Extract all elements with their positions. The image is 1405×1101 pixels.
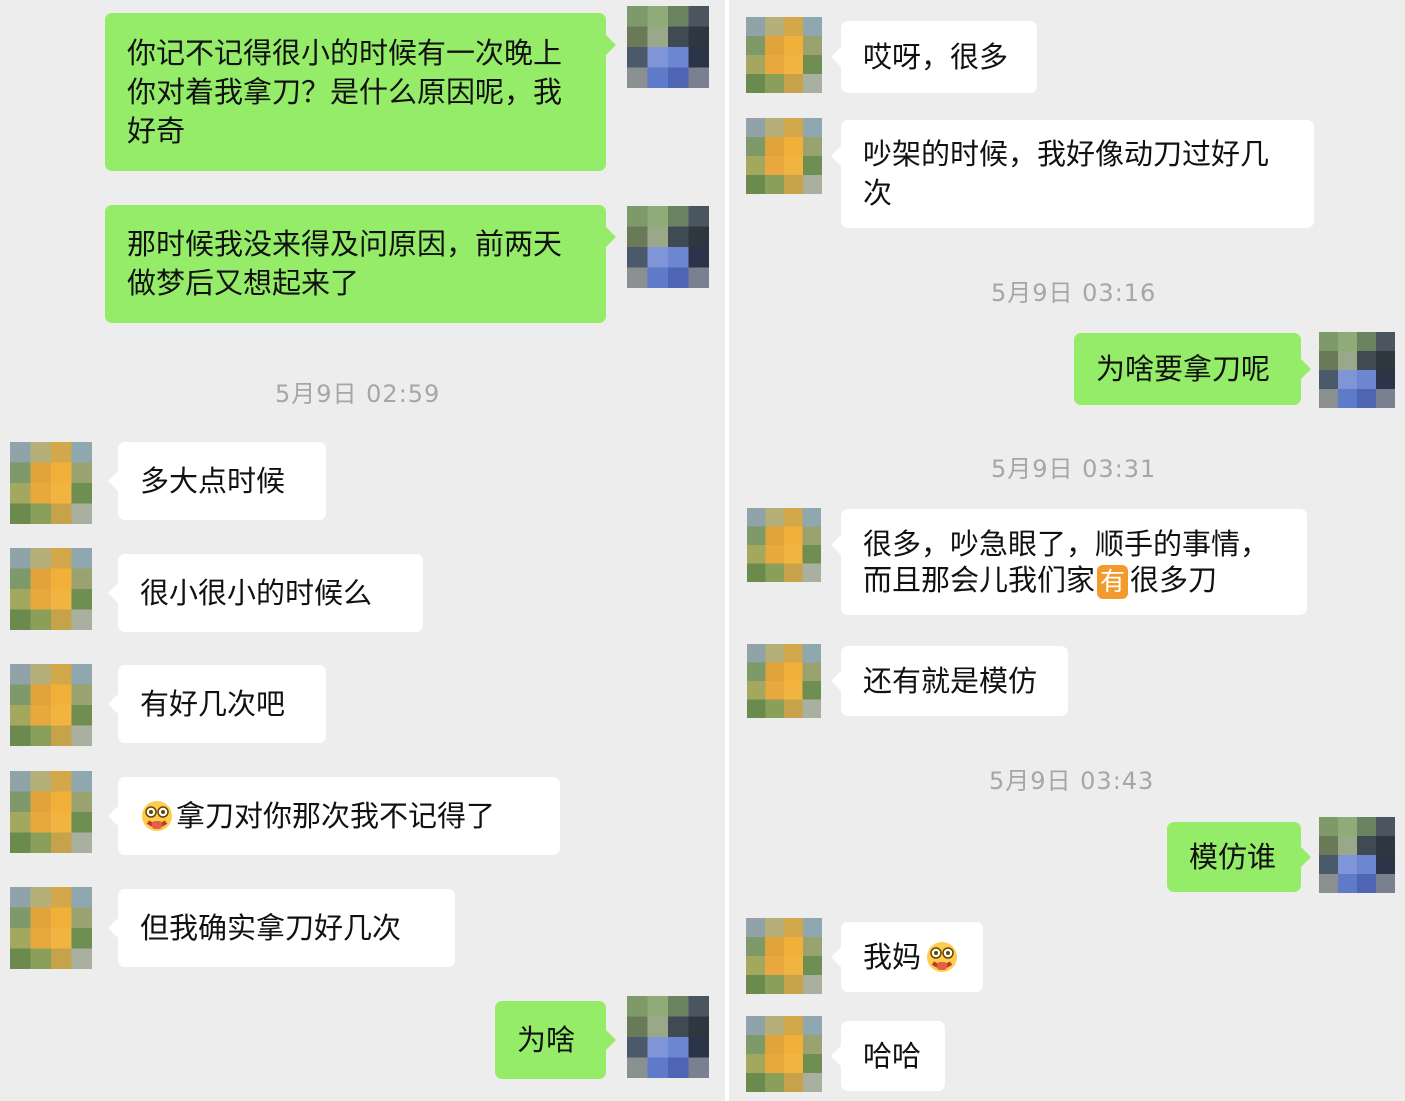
receiver-avatar-icon[interactable]: [746, 644, 822, 718]
message-text: 有好几次吧: [140, 686, 286, 721]
message-text: 吵架的时候，我好像动刀过好几次: [863, 137, 1270, 210]
sender-avatar-icon[interactable]: [1319, 328, 1395, 412]
facepalm-emoji-icon: [925, 940, 959, 974]
message-text: 哈哈: [863, 1038, 922, 1073]
message-bubble-sent[interactable]: 你记不记得很小的时候有一次晚上你对着我拿刀？是什么原因呢，我好奇: [105, 13, 616, 171]
message-bubble-received[interactable]: 拿刀对你那次我不记得了: [108, 777, 560, 855]
message-text: 还有就是模仿: [863, 663, 1038, 698]
message-bubble-received[interactable]: 还有就是模仿: [831, 646, 1068, 716]
message-bubble-received[interactable]: 很多，吵急眼了，顺手的事情， 而且那会儿我们家有很多刀: [831, 509, 1307, 615]
facepalm-emoji-icon: [140, 799, 174, 833]
message-bubble-received[interactable]: 多大点时候: [108, 442, 326, 520]
right-chat-panel: 哎呀，很多 吵架的时候，我好像动刀过好几次 5月9日 03:16 为啥要拿刀呢 …: [729, 0, 1405, 1101]
message-bubble-received[interactable]: 我妈: [831, 922, 983, 992]
sender-avatar-icon[interactable]: [1319, 814, 1395, 896]
receiver-avatar-icon[interactable]: [746, 14, 822, 96]
sender-avatar-icon[interactable]: [627, 206, 709, 288]
message-bubble-received[interactable]: 吵架的时候，我好像动刀过好几次: [831, 120, 1314, 228]
message-text: 你记不记得很小的时候有一次晚上你对着我拿刀？是什么原因呢，我好奇: [127, 35, 563, 148]
message-text: 但我确实拿刀好几次: [140, 910, 402, 945]
timestamp: 5月9日 02:59: [275, 380, 441, 408]
receiver-avatar-icon[interactable]: [746, 508, 822, 582]
receiver-avatar-icon[interactable]: [10, 887, 92, 969]
message-bubble-sent[interactable]: 那时候我没来得及问原因，前两天做梦后又想起来了: [105, 205, 616, 323]
message-text: 哎呀，很多: [863, 39, 1009, 74]
message-bubble-received[interactable]: 哎呀，很多: [831, 21, 1037, 93]
message-text: 我妈: [863, 939, 922, 974]
message-text: 很小很小的时候么: [140, 575, 373, 610]
receiver-avatar-icon[interactable]: [10, 442, 92, 524]
message-bubble-sent[interactable]: 模仿谁: [1167, 822, 1311, 892]
you-badge-icon: 有: [1097, 564, 1129, 599]
message-bubble-sent[interactable]: 为啥: [495, 1001, 616, 1079]
message-text-line: 而且那会儿我们家: [863, 562, 1096, 597]
message-text: 很多，吵急眼了，顺手的事情， 而且那会儿我们家有很多刀: [863, 526, 1269, 599]
timestamp: 5月9日 03:31: [991, 455, 1157, 483]
message-text: 为啥要拿刀呢: [1096, 351, 1271, 386]
message-text: 那时候我没来得及问原因，前两天做梦后又想起来了: [127, 227, 563, 300]
message-text: 拿刀对你那次我不记得了: [176, 798, 496, 833]
receiver-avatar-icon[interactable]: [746, 118, 822, 194]
message-text: 为啥: [517, 1022, 576, 1057]
message-bubble-sent[interactable]: 为啥要拿刀呢: [1074, 333, 1311, 405]
sender-avatar-icon[interactable]: [627, 6, 709, 88]
receiver-avatar-icon[interactable]: [10, 548, 92, 630]
message-text: 多大点时候: [140, 463, 286, 498]
receiver-avatar-icon[interactable]: [746, 1014, 822, 1094]
message-bubble-received[interactable]: 但我确实拿刀好几次: [108, 889, 455, 967]
receiver-avatar-icon[interactable]: [746, 918, 822, 994]
message-bubble-received[interactable]: 有好几次吧: [108, 665, 326, 743]
message-text-line: 很多，吵急眼了，顺手的事情，: [863, 526, 1270, 561]
message-bubble-received[interactable]: 很小很小的时候么: [108, 554, 423, 632]
timestamp: 5月9日 03:16: [991, 279, 1157, 307]
receiver-avatar-icon[interactable]: [10, 771, 92, 853]
message-text-line: 很多刀: [1130, 562, 1218, 597]
left-chat-panel: 你记不记得很小的时候有一次晚上你对着我拿刀？是什么原因呢，我好奇 那时候我没来得…: [0, 0, 725, 1101]
sender-avatar-icon[interactable]: [627, 996, 709, 1078]
receiver-avatar-icon[interactable]: [10, 664, 92, 746]
timestamp: 5月9日 03:43: [989, 767, 1155, 795]
message-text: 模仿谁: [1189, 839, 1277, 874]
message-bubble-received[interactable]: 哈哈: [831, 1021, 945, 1091]
